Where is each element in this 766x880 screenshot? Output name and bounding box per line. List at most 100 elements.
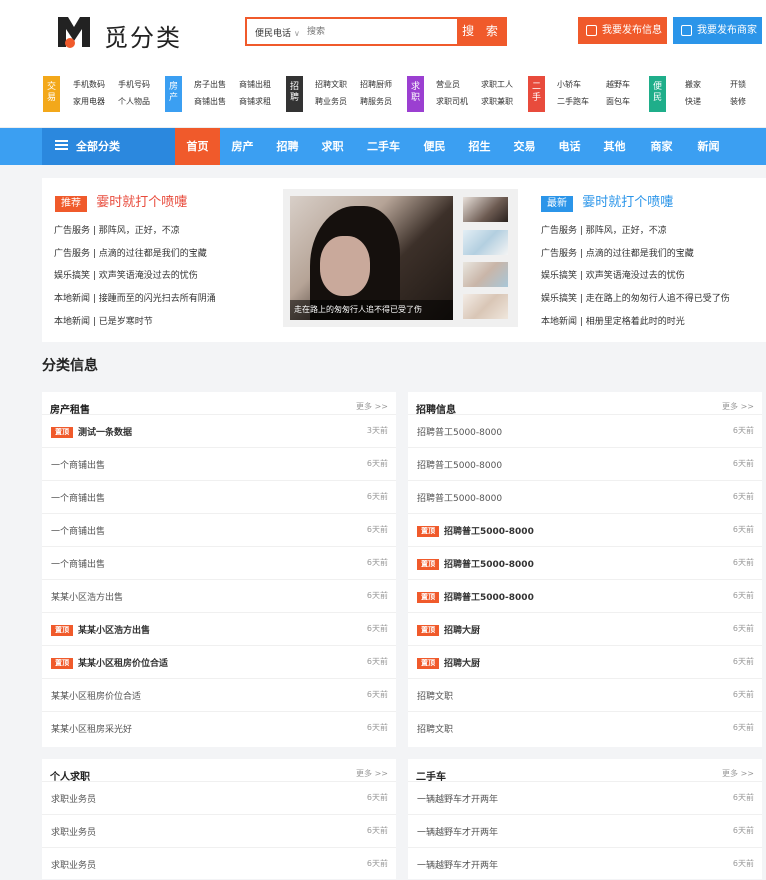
list-item[interactable]: 某某小区租房价位合适 6天前: [42, 678, 396, 711]
category-group-badge[interactable]: 房产: [165, 76, 182, 112]
list-item[interactable]: 置顶 某某小区租房价位合适 6天前: [42, 645, 396, 678]
photo-thumbnail[interactable]: [463, 294, 508, 319]
search-button[interactable]: 搜 索: [457, 17, 507, 46]
category-link[interactable]: 求职工人: [481, 79, 513, 90]
category-group-badge[interactable]: 二手: [528, 76, 545, 112]
post-merchant-button[interactable]: 我要发布商家: [673, 17, 762, 44]
list-item[interactable]: 置顶 招聘普工5000-8000 6天前: [408, 513, 762, 546]
list-item[interactable]: 一个商铺出售 6天前: [42, 447, 396, 480]
nav-item[interactable]: 其他: [592, 128, 637, 165]
featured-link[interactable]: 娱乐搞笑 | 欢声笑语淹没过去的忧伤: [54, 268, 198, 281]
category-group-badge[interactable]: 便民: [649, 76, 666, 112]
category-group-badge[interactable]: 招聘: [286, 76, 303, 112]
list-item[interactable]: 招聘普工5000-8000 6天前: [408, 447, 762, 480]
post-info-button[interactable]: 我要发布信息: [578, 17, 667, 44]
category-link[interactable]: 求职兼职: [481, 96, 513, 107]
featured-photo[interactable]: 走在路上的匆匆行人追不得已受了伤: [290, 196, 453, 320]
list-item[interactable]: 一个商铺出售 6天前: [42, 480, 396, 513]
list-item[interactable]: 求职业务员 6天前: [42, 814, 396, 847]
featured-link[interactable]: 本地新闻 | 相册里定格着此时的时光: [541, 314, 685, 327]
list-item-title: 某某小区浩方出售: [51, 593, 124, 603]
nav-item[interactable]: 招生: [457, 128, 502, 165]
nav-item[interactable]: 首页: [175, 128, 220, 165]
nav-item[interactable]: 求职: [310, 128, 355, 165]
category-link[interactable]: 聘业务员: [315, 96, 347, 107]
list-item[interactable]: 置顶 招聘大厨 6天前: [408, 645, 762, 678]
featured-link[interactable]: 广告服务 | 那阵风，正好，不凉: [541, 223, 667, 236]
list-item[interactable]: 置顶 招聘大厨 6天前: [408, 612, 762, 645]
search-category-select[interactable]: 便民电话 ∨: [255, 26, 300, 39]
category-link[interactable]: 二手跑车: [557, 96, 589, 107]
list-item[interactable]: 置顶 招聘普工5000-8000 6天前: [408, 579, 762, 612]
category-group-badge[interactable]: 交易: [43, 76, 60, 112]
nav-item[interactable]: 招聘: [265, 128, 310, 165]
search-bar: 便民电话 ∨ 搜 索: [245, 17, 507, 46]
category-link[interactable]: 快递: [685, 96, 701, 107]
category-link[interactable]: 手机数码: [73, 79, 105, 90]
list-item[interactable]: 求职业务员 6天前: [42, 781, 396, 814]
brand-logo-icon[interactable]: [56, 13, 92, 49]
featured-link[interactable]: 娱乐搞笑 | 欢声笑语淹没过去的忧伤: [541, 268, 685, 281]
nav-item[interactable]: 房产: [220, 128, 265, 165]
nav-item[interactable]: 交易: [502, 128, 547, 165]
category-link[interactable]: 面包车: [606, 96, 630, 107]
list-item[interactable]: 招聘普工5000-8000 6天前: [408, 414, 762, 447]
photo-thumbnail[interactable]: [463, 230, 508, 255]
category-link[interactable]: 招聘文职: [315, 79, 347, 90]
category-link[interactable]: 商铺出租: [239, 79, 271, 90]
list-item[interactable]: 置顶 测试一条数据 3天前: [42, 414, 396, 447]
category-link[interactable]: 家用电器: [73, 96, 105, 107]
category-link[interactable]: 商铺出售: [194, 96, 226, 107]
category-link[interactable]: 越野车: [606, 79, 630, 90]
featured-link[interactable]: 娱乐搞笑 | 走在路上的匆匆行人追不得已受了伤: [541, 291, 730, 304]
category-link[interactable]: 聘服务员: [360, 96, 392, 107]
featured-link[interactable]: 本地新闻 | 已是岁寒时节: [54, 314, 153, 327]
list-item[interactable]: 置顶 招聘普工5000-8000 6天前: [408, 546, 762, 579]
list-item[interactable]: 招聘文职 6天前: [408, 678, 762, 711]
category-link[interactable]: 求职司机: [436, 96, 468, 107]
list-item-title: 置顶 招聘普工5000-8000: [417, 590, 534, 603]
brand-name[interactable]: 觅分类: [104, 18, 182, 53]
category-group-badge[interactable]: 求职: [407, 76, 424, 112]
featured-link[interactable]: 广告服务 | 点滴的过往都是我们的宝藏: [54, 246, 207, 259]
list-item[interactable]: 招聘普工5000-8000 6天前: [408, 480, 762, 513]
list-item-date: 6天前: [732, 690, 754, 699]
list-item[interactable]: 置顶 某某小区浩方出售 6天前: [42, 612, 396, 645]
list-item[interactable]: 一个商铺出售 6天前: [42, 513, 396, 546]
more-link[interactable]: 更多 >>: [356, 401, 388, 412]
list-item[interactable]: 某某小区租房采光好 6天前: [42, 711, 396, 744]
search-input[interactable]: [307, 24, 447, 40]
nav-item[interactable]: 新闻: [686, 128, 731, 165]
category-link[interactable]: 商铺求租: [239, 96, 271, 107]
list-item[interactable]: 招聘文职 6天前: [408, 711, 762, 744]
nav-item[interactable]: 电话: [547, 128, 592, 165]
featured-right-header: 最新 霎时就打个喷嚏: [541, 191, 673, 212]
category-link[interactable]: 招聘厨师: [360, 79, 392, 90]
list-item[interactable]: 一辆越野车才开两年 6天前: [408, 814, 762, 847]
category-link[interactable]: 房子出售: [194, 79, 226, 90]
nav-item[interactable]: 二手车: [355, 128, 412, 165]
category-link[interactable]: 搬家: [685, 79, 701, 90]
nav-item[interactable]: 商家: [637, 128, 686, 165]
nav-item[interactable]: 便民: [412, 128, 457, 165]
category-link[interactable]: 小轿车: [557, 79, 581, 90]
list-item[interactable]: 一辆越野车才开两年 6天前: [408, 781, 762, 814]
category-link[interactable]: 个人物品: [118, 96, 150, 107]
featured-link[interactable]: 本地新闻 | 接踵而至的闪光扫去所有阴涌: [54, 291, 216, 304]
list-item[interactable]: 一个商铺出售 6天前: [42, 546, 396, 579]
all-categories-button[interactable]: 全部分类: [42, 128, 175, 165]
featured-right-title[interactable]: 霎时就打个喷嚏: [582, 195, 673, 210]
featured-link[interactable]: 广告服务 | 那阵风，正好，不凉: [54, 223, 180, 236]
featured-link[interactable]: 广告服务 | 点滴的过往都是我们的宝藏: [541, 246, 694, 259]
category-link[interactable]: 手机号码: [118, 79, 150, 90]
featured-left-title[interactable]: 霎时就打个喷嚏: [96, 195, 187, 210]
photo-thumbnail[interactable]: [463, 197, 508, 222]
more-link[interactable]: 更多 >>: [722, 768, 754, 779]
list-item[interactable]: 某某小区浩方出售 6天前: [42, 579, 396, 612]
photo-thumbnail[interactable]: [463, 262, 508, 287]
category-link[interactable]: 装修: [730, 96, 746, 107]
category-link[interactable]: 营业员: [436, 79, 460, 90]
more-link[interactable]: 更多 >>: [356, 768, 388, 779]
more-link[interactable]: 更多 >>: [722, 401, 754, 412]
category-link[interactable]: 开锁: [730, 79, 746, 90]
